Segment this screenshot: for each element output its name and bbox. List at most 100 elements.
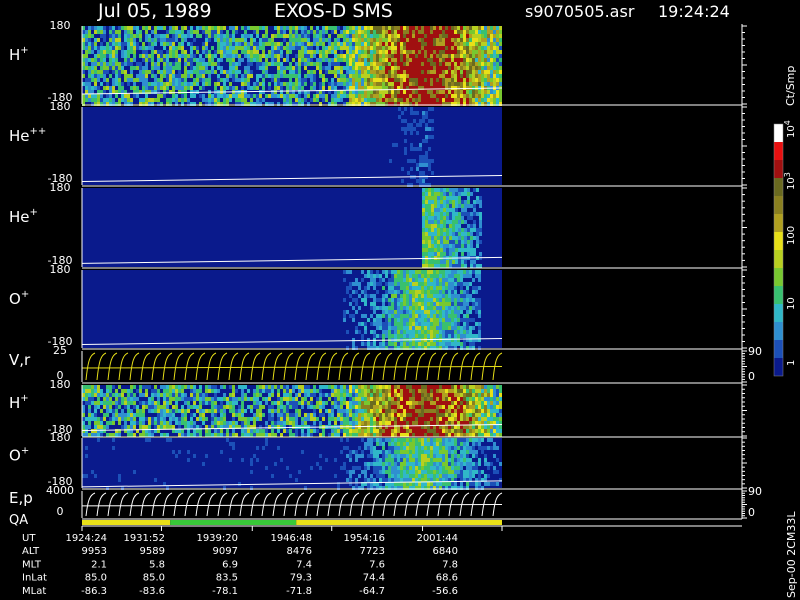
spectrogram-cell	[431, 196, 434, 200]
spectrogram-cell	[121, 413, 124, 417]
spectrogram-cell	[175, 26, 178, 30]
spectrogram-cell	[433, 274, 436, 278]
spectrogram-cell	[337, 46, 340, 50]
spectrogram-cell	[479, 232, 482, 236]
spectrogram-cell	[112, 393, 115, 397]
spectrogram-cell	[428, 127, 431, 131]
spectrogram-cell	[292, 401, 295, 405]
spectrogram-cell	[247, 78, 250, 82]
spectrogram-cell	[340, 98, 343, 102]
spectrogram-cell	[394, 298, 397, 302]
spectrogram-cell	[334, 42, 337, 46]
spectrogram-cell	[412, 94, 415, 98]
spectrogram-cell	[404, 151, 407, 155]
spectrogram-cell	[424, 82, 427, 86]
spectrogram-cell	[412, 405, 415, 409]
spectrogram-cell	[343, 66, 346, 70]
spectrogram-cell	[382, 413, 385, 417]
spectrogram-cell	[346, 78, 349, 82]
spectrogram-cell	[382, 385, 385, 389]
spectrogram-cell	[334, 421, 337, 425]
spectrogram-cell	[422, 204, 425, 208]
spectrogram-cell	[352, 74, 355, 78]
spectrogram-cell	[274, 425, 277, 429]
spectrogram-cell	[106, 54, 109, 58]
spectrogram-cell	[475, 78, 478, 82]
spectrogram-cell	[394, 389, 397, 393]
spectrogram-cell	[455, 212, 458, 216]
spectrogram-cell	[385, 30, 388, 34]
spectrogram-cell	[490, 66, 493, 70]
spectrogram-cell	[400, 421, 403, 425]
spectrogram-cell	[97, 58, 100, 62]
spectrogram-cell	[431, 260, 434, 264]
spectrogram-cell	[463, 294, 466, 298]
spectrogram-cell	[304, 62, 307, 66]
spectrogram-cell	[448, 290, 451, 294]
spectrogram-cell	[292, 86, 295, 90]
spectrogram-cell	[463, 326, 466, 330]
spectrogram-cell	[431, 228, 434, 232]
spectrogram-cell	[109, 401, 112, 405]
spectrogram-cell	[337, 433, 340, 437]
spectrogram-cell	[259, 42, 262, 46]
spectrogram-cell	[487, 66, 490, 70]
spectrogram-cell	[464, 188, 467, 192]
spectrogram-cell	[349, 86, 352, 90]
spectrogram-cell	[274, 421, 277, 425]
spectrogram-cell	[428, 188, 431, 192]
spectrogram-cell	[394, 278, 397, 282]
spectrogram-cell	[400, 385, 403, 389]
spectrogram-cell	[382, 417, 385, 421]
spectrogram-cell	[404, 107, 407, 111]
spectrogram-cell	[376, 318, 379, 322]
spectrogram-cell	[241, 86, 244, 90]
trace-curve	[250, 352, 261, 381]
spectrogram-cell	[262, 90, 265, 94]
spectrogram-cell	[403, 290, 406, 294]
spectrogram-cell	[425, 244, 428, 248]
spectrogram-cell	[334, 397, 337, 401]
spectrogram-cell	[289, 42, 292, 46]
spectrogram-cell	[370, 294, 373, 298]
spectrogram-cell	[469, 30, 472, 34]
spectrogram-cell	[130, 417, 133, 421]
spectrogram-cell	[446, 224, 449, 228]
spectrogram-cell	[280, 66, 283, 70]
spectrogram-cell	[127, 433, 130, 437]
spectrogram-cell	[232, 58, 235, 62]
spectrogram-cell	[130, 98, 133, 102]
spectrogram-cell	[88, 413, 91, 417]
spectrogram-cell	[439, 338, 442, 342]
spectrogram-cell	[154, 50, 157, 54]
spectrogram-cell	[376, 66, 379, 70]
spectrogram-cell	[382, 58, 385, 62]
spectrogram-cell	[445, 66, 448, 70]
spectrogram-cell	[103, 26, 106, 30]
spectrogram-cell	[133, 54, 136, 58]
spectrogram-cell	[274, 74, 277, 78]
spectrogram-cell	[452, 208, 455, 212]
spectrogram-cell	[430, 54, 433, 58]
spectrogram-cell	[467, 248, 470, 252]
spectrogram-cell	[169, 78, 172, 82]
spectrogram-cell	[487, 54, 490, 58]
spectrogram-cell	[437, 192, 440, 196]
spectrogram-cell	[343, 397, 346, 401]
spectrogram-cell	[496, 42, 499, 46]
spectrogram-cell	[463, 94, 466, 98]
spectrogram-cell	[139, 409, 142, 413]
spectrogram-cell	[445, 50, 448, 54]
spectrogram-cell	[169, 409, 172, 413]
spectrogram-cell	[373, 274, 376, 278]
spectrogram-cell	[172, 94, 175, 98]
spectrogram-cell	[334, 70, 337, 74]
spectrogram-cell	[445, 58, 448, 62]
spectrogram-cell	[214, 30, 217, 34]
spectrogram-cell	[145, 425, 148, 429]
spectrogram-cell	[422, 216, 425, 220]
spectrogram-cell	[394, 30, 397, 34]
spectrogram-cell	[187, 433, 190, 437]
spectrogram-cell	[331, 393, 334, 397]
spectrogram-cell	[235, 78, 238, 82]
